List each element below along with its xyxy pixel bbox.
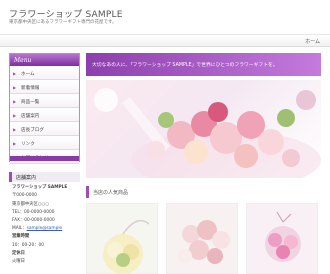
mail-row: MAIL：sample@sample — [9, 225, 80, 231]
arrow-right-icon: ▶ — [13, 99, 17, 104]
menu-item-label: ホーム — [21, 72, 35, 77]
mail-link[interactable]: sample@sample — [27, 226, 63, 231]
menu-item-label: 店長ブログ — [21, 128, 44, 133]
arrow-right-icon: ▶ — [13, 71, 17, 76]
fax-number: FAX：00-0000-0000 — [12, 217, 55, 223]
arrow-right-icon: ▶ — [13, 113, 17, 118]
menu-item-store[interactable]: ▶ 店舗案内 — [10, 108, 79, 122]
mail-label: MAIL： — [12, 226, 27, 232]
hero-flower-image — [86, 80, 321, 178]
store-info-heading: 店舗案内 — [9, 172, 80, 182]
product-thumbnail[interactable] — [246, 203, 318, 274]
menu-item-blog[interactable]: ▶ 店長ブログ — [10, 122, 79, 136]
menu-item-news[interactable]: ▶ 新着情報 — [10, 80, 79, 94]
home-link[interactable]: ホーム — [305, 38, 320, 45]
arrow-right-icon: ▶ — [13, 85, 17, 90]
bouquet-image — [87, 204, 157, 273]
menu-item-products[interactable]: ▶ 商品一覧 — [10, 94, 79, 108]
popular-products-heading: 当店の人気商品 — [86, 186, 321, 198]
banner-text: 大切なあの人に、「フラワーショップ SAMPLE」で世界にひとつのフラワーギフト… — [92, 63, 278, 68]
menu-header: Menu — [10, 54, 79, 66]
bouquet-image — [247, 204, 317, 273]
menu-item-label: 新着情報 — [21, 86, 40, 91]
sidebar-menu: Menu ▶ ホーム ▶ 新着情報 ▶ 商品一覧 ▶ 店舗案内 ▶ 店長ブログ ▶ リンク … — [9, 53, 80, 164]
site-description: 東京都中央区にあるフラワーギフト専門の花屋です。 — [9, 20, 117, 25]
business-hours: 10：00-20：00 — [12, 242, 45, 248]
menu-item-label: 店舗案内 — [21, 114, 40, 119]
top-navigation-bar: ホーム — [0, 34, 330, 47]
address: 東京都中央区○○○ — [12, 201, 50, 207]
postal-code: 〒000-0000 — [12, 193, 37, 199]
shop-name: フラワーショップ SAMPLE — [12, 185, 68, 191]
product-thumbnail[interactable] — [86, 203, 158, 274]
phone-number: TEL：00-0000-0000 — [12, 209, 55, 215]
menu-item-label: リンク — [21, 142, 35, 147]
menu-item-links[interactable]: ▶ リンク — [10, 136, 79, 150]
menu-item-home[interactable]: ▶ ホーム — [10, 66, 79, 80]
store-info-box: 店舗案内 フラワーショップ SAMPLE 〒000-0000 東京都中央区○○○… — [9, 172, 80, 272]
menu-footer-bar — [10, 156, 79, 161]
closed-day: 火曜日 — [12, 258, 25, 264]
bouquet-illustration — [94, 88, 321, 178]
bouquet-image — [167, 204, 237, 273]
hours-heading: 営業時間 — [12, 234, 30, 240]
menu-item-label: 商品一覧 — [21, 100, 40, 105]
arrow-right-icon: ▶ — [13, 127, 17, 132]
product-thumbnail[interactable] — [166, 203, 238, 274]
closed-heading: 定休日 — [12, 250, 25, 256]
main-banner: 大切なあの人に、「フラワーショップ SAMPLE」で世界にひとつのフラワーギフト… — [86, 53, 321, 76]
arrow-right-icon: ▶ — [13, 141, 17, 146]
